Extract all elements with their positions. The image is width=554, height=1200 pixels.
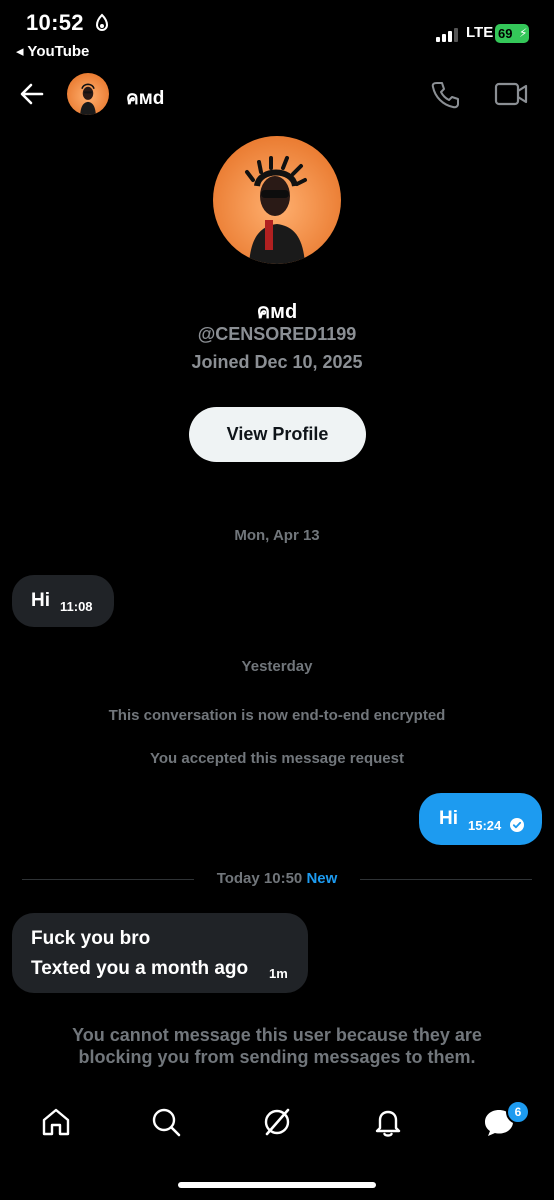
battery-level: 69: [498, 26, 513, 41]
home-indicator[interactable]: [178, 1182, 376, 1188]
charging-icon: ⚡: [519, 26, 528, 40]
message-time: 11:08: [60, 599, 93, 614]
header-username[interactable]: คмd: [126, 83, 164, 113]
sent-message[interactable]: Hi 15:24: [419, 793, 542, 845]
separator-date: Today 10:50: [216, 870, 303, 887]
message-text: Texted you a month ago: [31, 958, 249, 979]
search-icon[interactable]: [150, 1106, 182, 1138]
divider: [360, 879, 532, 880]
profile-name: คмd: [256, 301, 298, 323]
message-time: 15:24: [468, 818, 502, 833]
back-arrow-icon[interactable]: [18, 80, 46, 108]
hotspot-icon: [95, 13, 109, 31]
divider: [22, 879, 194, 880]
message-text: Hi: [439, 808, 458, 829]
request-accepted-notice: You accepted this message request: [150, 750, 404, 767]
status-time: 10:52: [26, 10, 84, 35]
read-check-icon: [510, 818, 524, 832]
grok-icon[interactable]: [261, 1106, 293, 1138]
profile-joined-date: Joined Dec 10, 2025: [191, 352, 363, 372]
received-message[interactable]: Hi 11:08: [12, 575, 114, 627]
encryption-notice: This conversation is now end-to-end encr…: [108, 707, 446, 724]
blocked-notice: You cannot message this user because the…: [72, 1025, 482, 1067]
message-text: Hi: [31, 590, 50, 611]
home-icon[interactable]: [40, 1106, 72, 1138]
network-type: LTE: [466, 24, 494, 41]
received-message[interactable]: Fuck you bro Texted you a month ago 1m: [12, 913, 308, 993]
view-profile-button[interactable]: View Profile: [189, 407, 366, 462]
new-messages-separator: Today 10:50 New: [194, 870, 360, 887]
phone-icon[interactable]: [430, 80, 460, 110]
profile-handle: @CENSORED1199: [197, 324, 357, 344]
avatar-image: [67, 73, 109, 115]
message-time: 1m: [269, 966, 288, 981]
date-separator: Mon, Apr 13: [234, 527, 320, 544]
profile-avatar[interactable]: [213, 136, 341, 264]
header-avatar[interactable]: [67, 73, 109, 115]
signal-icon: [436, 28, 458, 42]
video-call-icon[interactable]: [494, 80, 528, 108]
back-to-app-link[interactable]: ◂ YouTube: [16, 42, 89, 60]
message-text: Fuck you bro: [31, 928, 151, 949]
notifications-icon[interactable]: [372, 1106, 404, 1138]
avatar-image: [213, 136, 341, 264]
messages-badge: 6: [506, 1100, 530, 1124]
new-label: New: [306, 870, 338, 887]
date-separator: Yesterday: [241, 658, 313, 675]
